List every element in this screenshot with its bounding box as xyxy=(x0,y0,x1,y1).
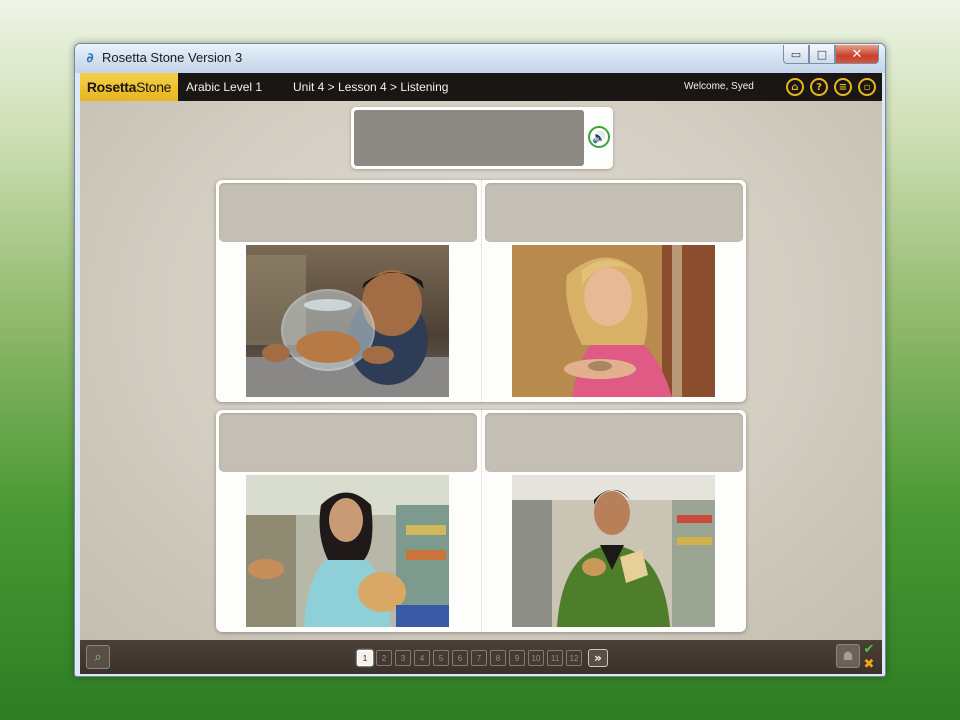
check-icon: ✔ xyxy=(863,642,875,657)
answer-slot[interactable] xyxy=(485,413,743,472)
home-icon[interactable]: ⌂ xyxy=(786,78,804,96)
page-button-10[interactable]: 10 xyxy=(528,650,544,666)
card-group-bottom xyxy=(216,410,746,632)
answer-status: ✔ ✖ xyxy=(862,643,876,671)
title-bar[interactable]: ∂ Rosetta Stone Version 3 ▭ □ ✕ xyxy=(75,44,885,73)
page-button-12[interactable]: 12 xyxy=(566,650,582,666)
next-page-button[interactable]: » xyxy=(588,649,608,667)
header-icons: ⌂ ? ≡ ▫ xyxy=(786,78,876,96)
photo-boy-coin-jar[interactable] xyxy=(246,245,449,397)
page-button-3[interactable]: 3 xyxy=(395,650,411,666)
answer-card[interactable] xyxy=(216,180,481,402)
page-button-1[interactable]: 1 xyxy=(357,650,373,666)
app-window: ∂ Rosetta Stone Version 3 ▭ □ ✕ Rosetta S… xyxy=(74,43,886,677)
window-controls: ▭ □ ✕ xyxy=(783,45,879,64)
page-button-2[interactable]: 2 xyxy=(376,650,392,666)
app-icon: ∂ xyxy=(86,51,94,66)
page-button-4[interactable]: 4 xyxy=(414,650,430,666)
answer-card[interactable] xyxy=(481,180,746,402)
answer-card[interactable] xyxy=(216,410,481,632)
page-button-5[interactable]: 5 xyxy=(433,650,449,666)
magnify-icon[interactable]: ⌕ xyxy=(86,645,110,669)
page-button-8[interactable]: 8 xyxy=(490,650,506,666)
lesson-content: 🔊 xyxy=(80,101,882,640)
bottom-toolbar: ⌕ 1 2 3 4 5 6 7 8 9 10 11 12 » ☗ ✔ ✖ xyxy=(80,640,882,674)
answer-slot[interactable] xyxy=(485,183,743,242)
page-button-11[interactable]: 11 xyxy=(547,650,563,666)
woman-coins-hand-image xyxy=(512,245,715,397)
breadcrumb[interactable]: Unit 4 > Lesson 4 > Listening xyxy=(293,80,448,94)
close-button[interactable]: ✕ xyxy=(835,45,879,64)
minimize-button[interactable]: ▭ xyxy=(783,45,809,64)
page-navigator: 1 2 3 4 5 6 7 8 9 10 11 12 » xyxy=(357,649,608,667)
maximize-button[interactable]: □ xyxy=(809,45,835,64)
speaker-icon[interactable]: 🔊 xyxy=(588,126,610,148)
window-title: Rosetta Stone Version 3 xyxy=(102,50,243,65)
photo-woman-coins-hand[interactable] xyxy=(512,245,715,397)
x-icon: ✖ xyxy=(863,657,875,672)
page-button-6[interactable]: 6 xyxy=(452,650,468,666)
course-title: Arabic Level 1 xyxy=(186,80,263,94)
welcome-text: Welcome, Syed xyxy=(684,81,754,92)
woman-bread-store-image xyxy=(246,475,449,627)
logo-stone: Stone xyxy=(136,79,172,95)
prompt-box: 🔊 xyxy=(351,107,613,169)
window-icon[interactable]: ▫ xyxy=(858,78,876,96)
prompt-text-area xyxy=(354,110,584,166)
answer-slot[interactable] xyxy=(219,183,477,242)
help-icon[interactable]: ? xyxy=(810,78,828,96)
app-header: Rosetta Stone Arabic Level 1 Unit 4 > Les… xyxy=(80,73,882,101)
man-bread-store-image xyxy=(512,475,715,627)
page-button-9[interactable]: 9 xyxy=(509,650,525,666)
logo-rosetta: Rosetta xyxy=(86,79,137,95)
page-button-7[interactable]: 7 xyxy=(471,650,487,666)
boy-coin-jar-image xyxy=(246,245,449,397)
owl-icon[interactable]: ☗ xyxy=(836,644,860,668)
answer-card[interactable] xyxy=(481,410,746,632)
answer-slot[interactable] xyxy=(219,413,477,472)
photo-man-bread-store[interactable] xyxy=(512,475,715,627)
rosetta-stone-logo: Rosetta Stone xyxy=(80,73,178,101)
menu-icon[interactable]: ≡ xyxy=(834,78,852,96)
photo-woman-bread-store[interactable] xyxy=(246,475,449,627)
card-group-top xyxy=(216,180,746,402)
